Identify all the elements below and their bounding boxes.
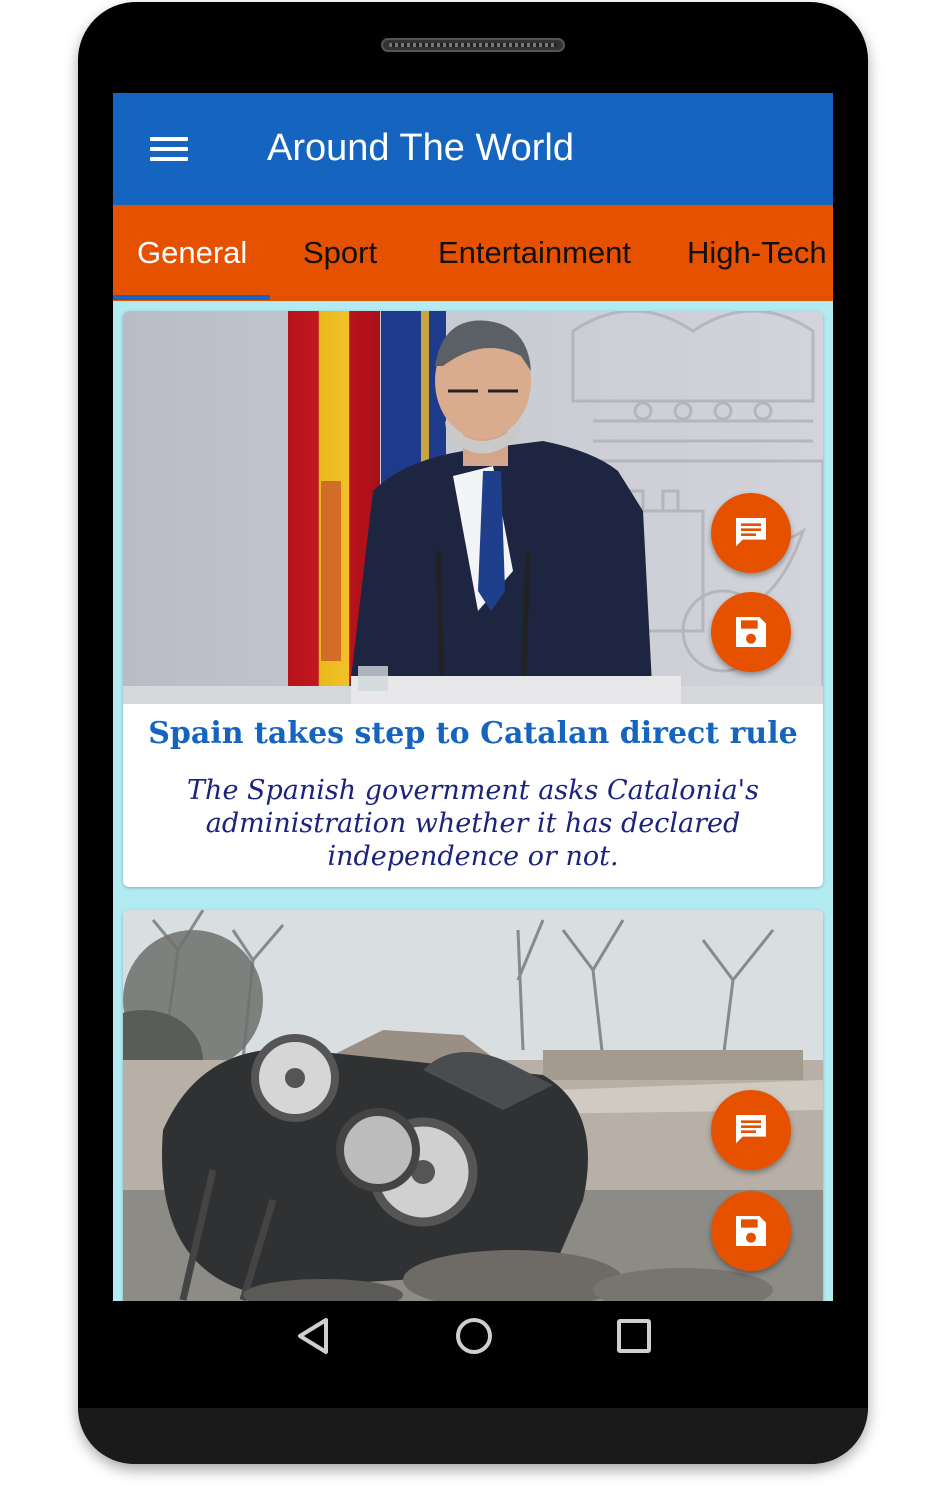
tab-general[interactable]: General (137, 205, 247, 299)
app-title: Around The World (267, 127, 574, 169)
article-description: The Spanish government asks Catalonia's … (187, 775, 759, 872)
tab-indicator (113, 295, 270, 300)
navigation-bar (78, 1301, 868, 1408)
news-card[interactable] (123, 910, 823, 1301)
comment-button[interactable] (711, 493, 791, 573)
tab-high-tech[interactable]: High-Tech (687, 205, 827, 299)
home-icon[interactable] (452, 1314, 496, 1358)
save-icon (736, 1216, 766, 1246)
phone-chin (78, 1408, 868, 1464)
article-title[interactable]: Spain takes step to Catalan direct rule (123, 716, 823, 751)
save-button[interactable] (711, 1191, 791, 1271)
news-card[interactable]: Spain takes step to Catalan direct rule … (123, 311, 823, 887)
tab-entertainment[interactable]: Entertainment (438, 205, 631, 299)
save-button[interactable] (711, 592, 791, 672)
save-icon (736, 617, 766, 647)
comment-icon (736, 1115, 766, 1144)
tab-sport[interactable]: Sport (303, 205, 377, 299)
menu-icon[interactable] (150, 137, 188, 161)
app-screen: Around The World General Sport Entertain… (113, 93, 833, 1301)
speaker-grille (381, 38, 565, 52)
app-bar: Around The World (113, 93, 833, 205)
recents-icon[interactable] (614, 1316, 654, 1356)
comment-button[interactable] (711, 1090, 791, 1170)
back-icon[interactable] (292, 1315, 334, 1357)
category-tabs: General Sport Entertainment High-Tech (113, 205, 833, 301)
comment-icon (736, 518, 766, 547)
